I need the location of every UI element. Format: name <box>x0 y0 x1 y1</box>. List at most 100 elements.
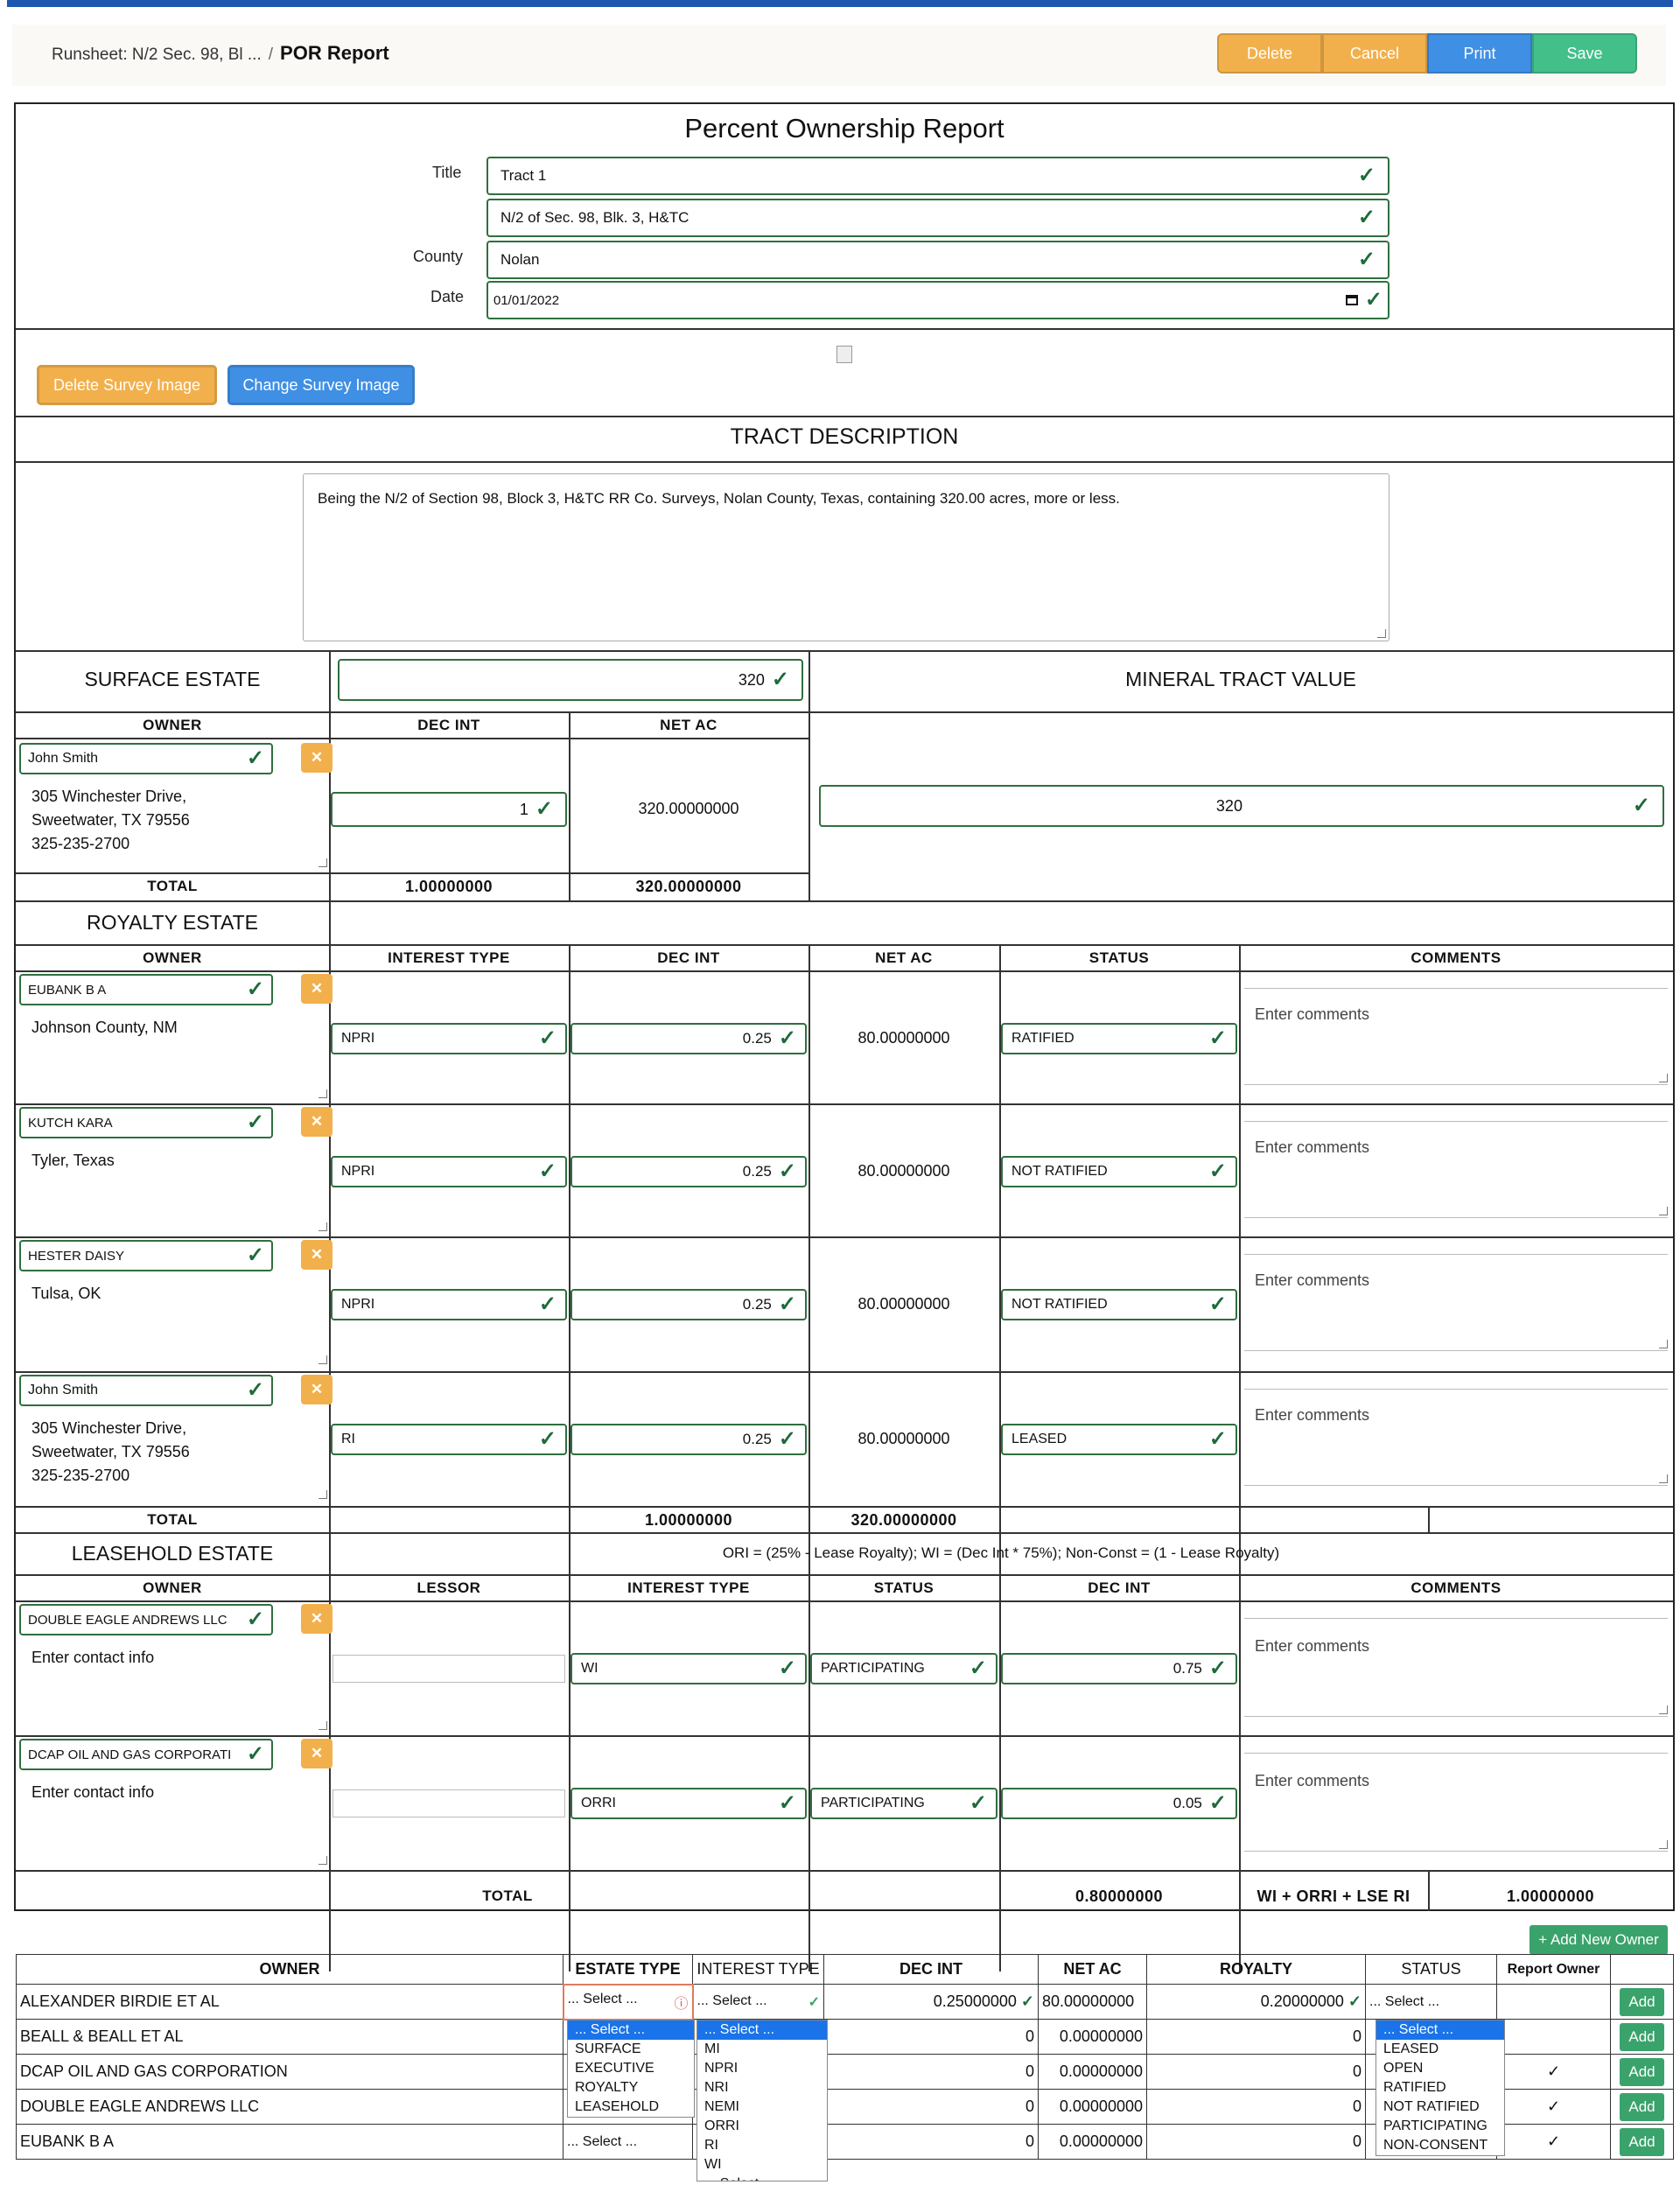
royalty-comments[interactable]: Enter comments <box>1255 1138 1369 1157</box>
surface-owner-input[interactable]: John Smith ✓ <box>19 743 273 774</box>
royalty-dec-int[interactable]: 0.25 ✓ <box>570 1289 807 1320</box>
dropdown-option[interactable]: ROYALTY <box>568 2078 694 2097</box>
leasehold-owner-input[interactable]: DOUBLE EAGLE ANDREWS LLC ✓ <box>19 1604 273 1635</box>
dropdown-option[interactable]: SURFACE <box>568 2040 694 2059</box>
royalty-interest-type[interactable]: NPRI ✓ <box>331 1156 567 1187</box>
dropdown-option[interactable]: ... Select ... <box>697 2020 827 2040</box>
leasehold-comments[interactable]: Enter comments <box>1255 1637 1369 1656</box>
dec-int-input[interactable]: 0 <box>823 2019 1039 2055</box>
royalty-interest-type[interactable]: NPRI ✓ <box>331 1289 567 1320</box>
print-button[interactable]: Print <box>1427 33 1532 74</box>
dropdown-option[interactable]: EXECUTIVE <box>568 2059 694 2078</box>
county-input[interactable]: Nolan ✓ <box>486 241 1390 279</box>
cancel-button[interactable]: Cancel <box>1322 33 1427 74</box>
leasehold-status[interactable]: PARTICIPATING ✓ <box>810 1788 998 1819</box>
calendar-icon[interactable] <box>1345 295 1358 305</box>
dropdown-option[interactable]: MI <box>697 2040 827 2059</box>
royalty-input[interactable]: 0.20000000 ✓ <box>1146 1984 1366 2020</box>
leasehold-contact[interactable]: Enter contact info <box>32 1646 154 1670</box>
royalty-status[interactable]: NOT RATIFIED ✓ <box>1001 1156 1237 1187</box>
tract-description-textarea[interactable]: Being the N/2 of Section 98, Block 3, H&… <box>303 473 1390 641</box>
leasehold-dec-int[interactable]: 0.05 ✓ <box>1001 1788 1237 1819</box>
dropdown-option[interactable]: NON-CONSENT <box>1376 2136 1504 2155</box>
royalty-status[interactable]: RATIFIED ✓ <box>1001 1023 1237 1054</box>
remove-owner-button[interactable]: ✕ <box>301 1107 332 1137</box>
add-button[interactable]: Add <box>1620 1987 1664 2016</box>
dropdown-option[interactable]: NPRI <box>697 2059 827 2078</box>
resize-grip[interactable] <box>318 1721 327 1730</box>
resize-grip[interactable] <box>318 858 327 867</box>
interest-type-select[interactable]: ... Select ... ✓ <box>692 1984 824 2020</box>
resize-grip[interactable] <box>318 1490 327 1499</box>
resize-grip[interactable] <box>1659 1340 1668 1348</box>
royalty-owner-address[interactable]: 305 Winchester Drive, Sweetwater, TX 7955… <box>32 1417 190 1488</box>
dropdown-option[interactable]: NOT RATIFIED <box>1376 2097 1504 2117</box>
dropdown-option[interactable]: RI <box>697 2136 827 2155</box>
royalty-owner-input[interactable]: EUBANK B A ✓ <box>19 974 273 1005</box>
remove-owner-button[interactable]: ✕ <box>301 743 332 773</box>
net-ac-input[interactable]: 0.00000000 <box>1038 2054 1147 2090</box>
royalty-input[interactable]: 0 <box>1146 2089 1366 2125</box>
leasehold-interest-type[interactable]: WI ✓ <box>570 1653 807 1684</box>
royalty-owner-input[interactable]: John Smith ✓ <box>19 1375 273 1406</box>
dropdown-option[interactable]: ... Select ... <box>697 2174 827 2181</box>
royalty-comments[interactable]: Enter comments <box>1255 1406 1369 1425</box>
resize-grip[interactable] <box>1659 1840 1668 1849</box>
royalty-owner-address[interactable]: Tulsa, OK <box>32 1282 101 1306</box>
dec-int-input[interactable]: 0 <box>823 2124 1039 2160</box>
royalty-dec-int[interactable]: 0.25 ✓ <box>570 1156 807 1187</box>
save-button[interactable]: Save <box>1532 33 1637 74</box>
estate-type-select[interactable]: ... Select ... ⓘ <box>562 1983 694 2020</box>
royalty-owner-address[interactable]: Johnson County, NM <box>32 1016 178 1040</box>
add-button[interactable]: Add <box>1620 2092 1664 2121</box>
dec-int-input[interactable]: 0 <box>823 2054 1039 2090</box>
remove-owner-button[interactable]: ✕ <box>301 1240 332 1270</box>
lessor-input[interactable] <box>332 1655 565 1683</box>
add-button[interactable]: Add <box>1620 2022 1664 2051</box>
dropdown-option[interactable]: ... Select ... <box>1376 2020 1504 2040</box>
remove-owner-button[interactable]: ✕ <box>301 974 332 1004</box>
report-owner-cell[interactable]: ✓ <box>1496 2089 1611 2125</box>
dropdown-option[interactable]: WI <box>697 2155 827 2174</box>
resize-grip[interactable] <box>318 1222 327 1231</box>
resize-grip[interactable] <box>318 1856 327 1865</box>
dropdown-option[interactable]: NRI <box>697 2078 827 2097</box>
lessor-input[interactable] <box>332 1789 565 1817</box>
subtitle-input[interactable]: N/2 of Sec. 98, Blk. 3, H&TC ✓ <box>486 199 1390 237</box>
resize-grip[interactable] <box>1659 1705 1668 1714</box>
net-ac-input[interactable]: 0.00000000 <box>1038 2089 1147 2125</box>
dropdown-option[interactable]: ORRI <box>697 2117 827 2136</box>
delete-survey-image-button[interactable]: Delete Survey Image <box>37 365 217 405</box>
report-owner-cell[interactable]: ✓ <box>1496 2124 1611 2160</box>
dec-int-input[interactable]: 0 <box>823 2089 1039 2125</box>
breadcrumb-link[interactable]: Runsheet: N/2 Sec. 98, Bl ... <box>52 46 262 64</box>
dropdown-option[interactable]: OPEN <box>1376 2059 1504 2078</box>
resize-grip[interactable] <box>318 1355 327 1364</box>
remove-owner-button[interactable]: ✕ <box>301 1375 332 1404</box>
dropdown-option[interactable]: ... Select ... <box>568 2020 694 2040</box>
date-input[interactable]: 01/01/2022 ✓ <box>486 281 1390 319</box>
surface-dec-int-input[interactable]: 1 ✓ <box>331 792 567 827</box>
add-button[interactable]: Add <box>1620 2127 1664 2156</box>
add-button[interactable]: Add <box>1620 2057 1664 2086</box>
dropdown-option[interactable]: LEASEHOLD <box>568 2097 694 2117</box>
leasehold-owner-input[interactable]: DCAP OIL AND GAS CORPORATI ✓ <box>19 1739 273 1770</box>
leasehold-dec-int[interactable]: 0.75 ✓ <box>1001 1653 1237 1684</box>
remove-owner-button[interactable]: ✕ <box>301 1604 332 1634</box>
royalty-input[interactable]: 0 <box>1146 2054 1366 2090</box>
surface-acres-input[interactable]: 320 ✓ <box>338 659 803 701</box>
add-new-owner-button[interactable]: + Add New Owner <box>1530 1925 1668 1955</box>
royalty-owner-address[interactable]: Tyler, Texas <box>32 1149 115 1173</box>
surface-owner-address[interactable]: 305 Winchester Drive, Sweetwater, TX 7955… <box>32 785 190 856</box>
status-select[interactable]: ... Select ... <box>1365 1984 1497 2020</box>
report-owner-cell[interactable] <box>1496 2019 1611 2055</box>
resize-grip[interactable] <box>1659 1074 1668 1082</box>
royalty-dec-int[interactable]: 0.25 ✓ <box>570 1023 807 1054</box>
estate-type-select[interactable]: ... Select ... <box>563 2124 693 2160</box>
change-survey-image-button[interactable]: Change Survey Image <box>228 365 415 405</box>
net-ac-input[interactable]: 0.00000000 <box>1038 2124 1147 2160</box>
dec-int-input[interactable]: 0.25000000 ✓ <box>823 1984 1039 2020</box>
leasehold-interest-type[interactable]: ORRI ✓ <box>570 1788 807 1819</box>
royalty-status[interactable]: NOT RATIFIED ✓ <box>1001 1289 1237 1320</box>
dropdown-option[interactable]: RATIFIED <box>1376 2078 1504 2097</box>
